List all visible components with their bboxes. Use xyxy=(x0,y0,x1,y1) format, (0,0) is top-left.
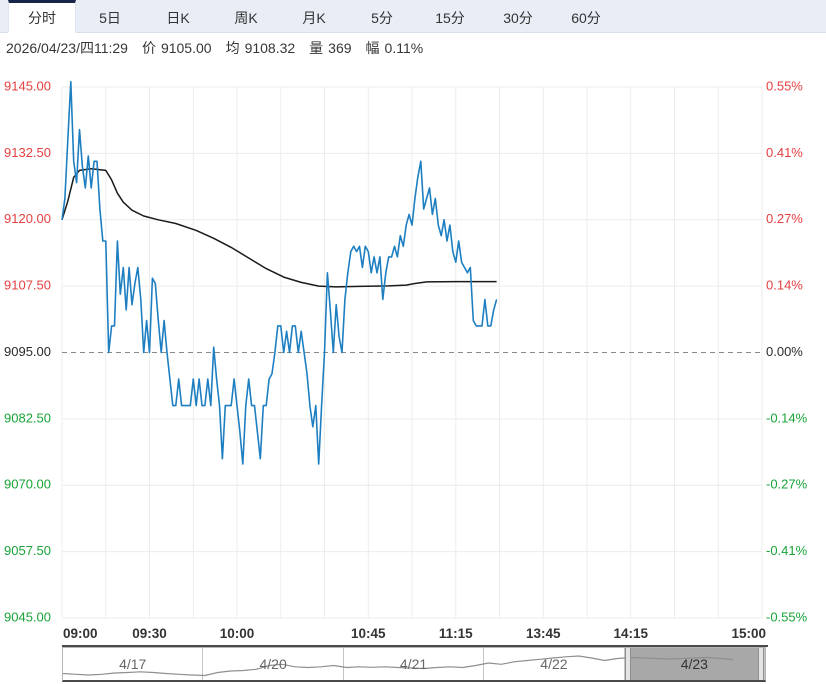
x-axis-time-label: 15:00 xyxy=(731,626,766,641)
x-axis-time-label: 10:45 xyxy=(351,626,386,641)
y-axis-price-label: 9145.00 xyxy=(4,78,51,93)
nav-date-label: 4/17 xyxy=(119,656,147,672)
x-axis-time-label: 14:15 xyxy=(614,626,649,641)
nav-date-label: 4/21 xyxy=(399,656,428,672)
quote-datetime: 2026/04/23/四11:29 xyxy=(6,40,128,56)
avg-value: 9108.32 xyxy=(244,40,296,56)
x-axis-time-label: 10:00 xyxy=(220,626,255,641)
nav-date-label: 4/20 xyxy=(259,656,287,672)
y-axis-percent-label: -0.41% xyxy=(766,543,808,558)
volume-label: 量 xyxy=(309,40,324,56)
volume-value: 369 xyxy=(328,40,352,56)
y-axis-price-label: 9057.50 xyxy=(4,543,51,558)
tab-月K[interactable]: 月K xyxy=(280,0,348,32)
x-axis-time-label: 13:45 xyxy=(526,626,561,641)
period-tabbar: 分时 5日 日K 周K 月K 5分 15分 30分 60分 xyxy=(0,0,826,33)
intraday-chart-page: 分时 5日 日K 周K 月K 5分 15分 30分 60分 2026/04/23/四11:29 … xyxy=(0,0,826,684)
nav-section-4-23[interactable]: 4/23 xyxy=(624,648,766,680)
tab-5分[interactable]: 5分 xyxy=(348,0,416,32)
tab-60分[interactable]: 60分 xyxy=(552,0,620,32)
y-axis-price-label: 9120.00 xyxy=(4,211,51,226)
average-price-line xyxy=(61,168,497,288)
tab-分时[interactable]: 分时 xyxy=(8,0,76,33)
quote-range: 幅 0.11% xyxy=(366,38,424,58)
y-axis-percent-label: -0.27% xyxy=(766,477,808,492)
x-axis-time-label: 09:00 xyxy=(63,626,98,641)
x-axis-time-label: 09:30 xyxy=(132,626,167,641)
tab-30分[interactable]: 30分 xyxy=(484,0,552,32)
avg-label: 均 xyxy=(225,40,240,56)
y-axis-price-label: 9095.00 xyxy=(4,344,51,359)
y-axis-price-label: 9132.50 xyxy=(4,145,51,160)
nav-section-4-20[interactable]: 4/20 xyxy=(203,648,344,680)
y-axis-price-label: 9045.00 xyxy=(4,609,51,624)
nav-section-4-21[interactable]: 4/21 xyxy=(344,648,485,680)
price-line xyxy=(61,80,498,465)
price-label: 价 xyxy=(141,40,156,56)
tab-日K[interactable]: 日K xyxy=(144,0,212,32)
quote-price: 价 9105.00 xyxy=(142,38,212,58)
price-value: 9105.00 xyxy=(160,40,212,56)
quote-volume: 量 369 xyxy=(309,38,351,58)
y-axis-price-label: 9070.00 xyxy=(4,477,51,492)
y-axis-percent-label: 0.00% xyxy=(766,344,803,359)
y-axis-percent-label: 0.41% xyxy=(766,145,803,160)
nav-range-handle-left[interactable] xyxy=(624,648,631,680)
tab-周K[interactable]: 周K xyxy=(212,0,280,32)
nav-section-4-22[interactable]: 4/22 xyxy=(484,648,625,680)
quote-status-line: 2026/04/23/四11:29 价 9105.00 均 9108.32 量 369… xyxy=(6,36,820,60)
nav-date-label: 4/22 xyxy=(540,656,568,672)
intraday-chart-canvas[interactable]: 9145.00 0.55% 9132.50 0.41% 9120.00 0.27% 9107… xyxy=(0,62,826,645)
range-value: 0.11% xyxy=(384,40,424,56)
y-axis-percent-label: 0.14% xyxy=(766,278,803,293)
tab-15分[interactable]: 15分 xyxy=(416,0,484,32)
quote-average: 均 9108.32 xyxy=(226,38,296,58)
y-axis-price-label: 9107.50 xyxy=(4,278,51,293)
y-axis-percent-label: -0.55% xyxy=(766,609,808,624)
nav-section-4-17[interactable]: 4/17 xyxy=(63,648,204,680)
x-axis-time-label: 11:15 xyxy=(439,626,473,641)
nav-range-handle-right[interactable] xyxy=(758,648,765,680)
range-label: 幅 xyxy=(365,40,380,56)
y-axis-percent-label: 0.55% xyxy=(766,78,803,93)
y-axis-percent-label: -0.14% xyxy=(766,410,808,425)
date-navigator: 4/17 4/20 4/21 4/22 4/23 xyxy=(62,647,766,682)
tab-5日[interactable]: 5日 xyxy=(76,0,144,32)
y-axis-price-label: 9082.50 xyxy=(4,410,51,425)
y-axis-percent-label: 0.27% xyxy=(766,211,803,226)
nav-date-label: 4/23 xyxy=(680,656,708,672)
